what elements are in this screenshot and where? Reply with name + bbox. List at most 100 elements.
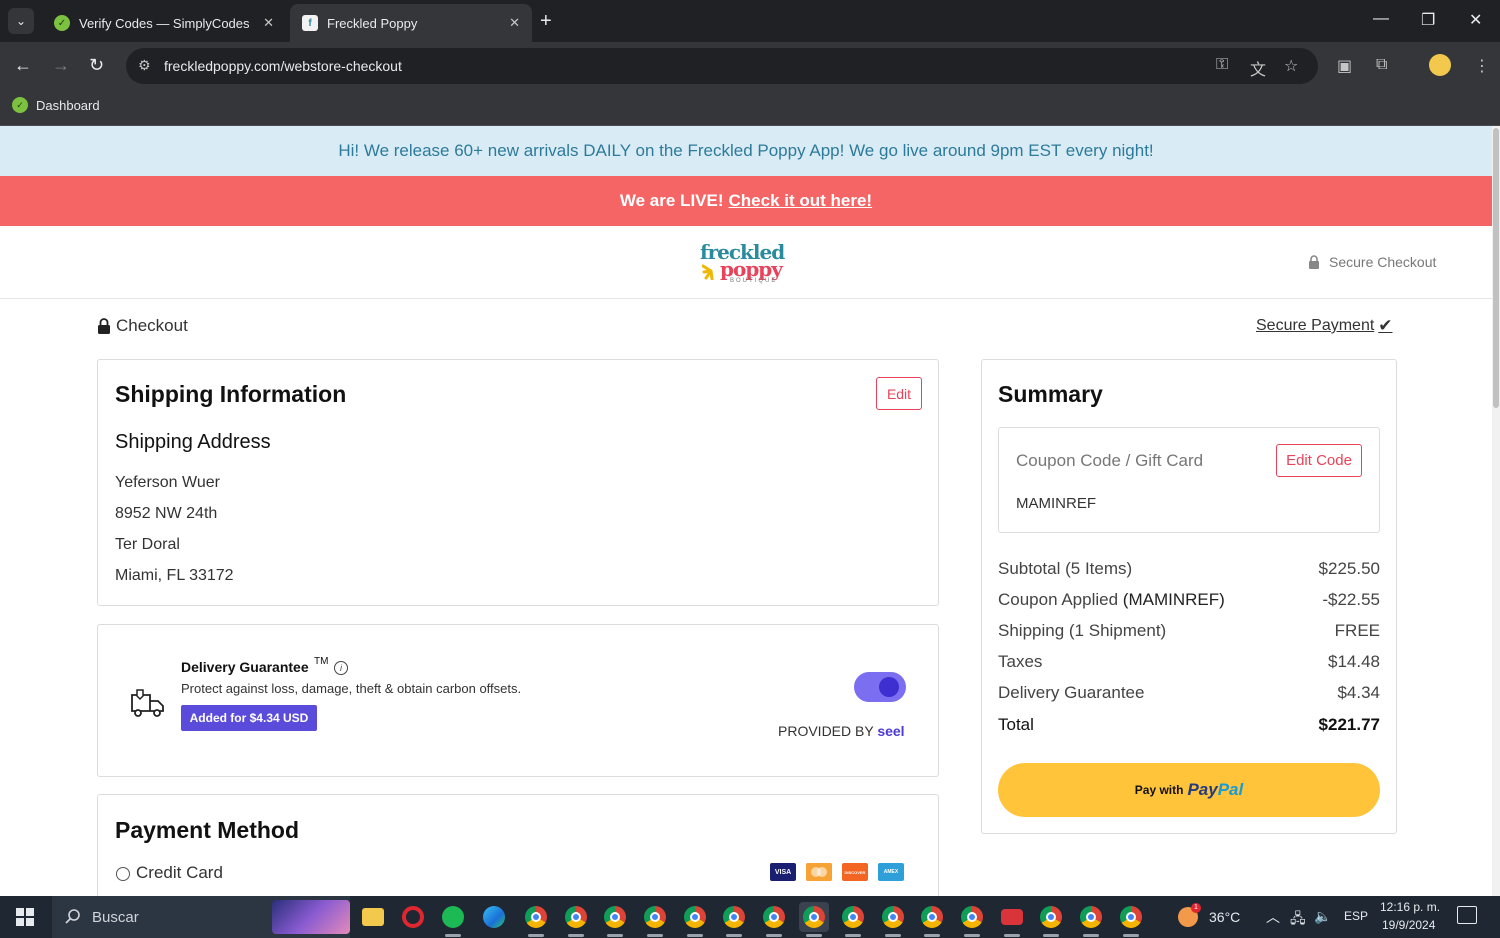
row-label: Coupon Applied (MAMINREF) (998, 590, 1225, 610)
lock-icon (98, 318, 110, 334)
notifications-icon[interactable] (1457, 906, 1477, 924)
simplycodes-favicon-icon: ✓ (54, 15, 70, 31)
profile-avatar[interactable] (1429, 54, 1451, 76)
chrome-icon[interactable] (878, 902, 908, 937)
password-key-icon[interactable]: ⚿ (1216, 56, 1228, 74)
paypal-button[interactable]: Pay with Pay Pal (998, 763, 1380, 817)
coupon-applied-code: (MAMINREF) (1122, 590, 1225, 609)
shipping-card: Shipping Information Edit Shipping Addre… (97, 359, 939, 606)
chrome-icon[interactable] (838, 902, 868, 937)
chrome-icon[interactable] (1116, 902, 1146, 937)
language-indicator[interactable]: ESP (1344, 909, 1368, 923)
live-banner: We are LIVE! Check it out here! (0, 176, 1492, 226)
address-bar[interactable]: ⚙ freckledpoppy.com/webstore-checkout ⚿ … (126, 48, 1318, 84)
close-window-icon[interactable]: ✕ (1469, 10, 1482, 30)
row-label: Subtotal (5 Items) (998, 559, 1133, 578)
url-text[interactable]: freckledpoppy.com/webstore-checkout (164, 58, 402, 74)
row-value: $225.50 (1318, 559, 1380, 578)
edge-icon[interactable] (479, 902, 509, 932)
reload-icon[interactable]: ↻ (89, 55, 104, 76)
bookmarks-bar: ✓ Dashboard (0, 90, 1500, 126)
chrome-icon[interactable] (561, 902, 591, 937)
summary-title: Summary (998, 381, 1103, 407)
bookmark-dashboard[interactable]: ✓ Dashboard (12, 97, 100, 113)
row-value: FREE (1334, 621, 1380, 640)
lock-icon (1309, 255, 1319, 269)
address-line-2: Ter Doral (115, 536, 180, 553)
coupon-label: Coupon Code / Gift Card (1016, 451, 1204, 470)
secure-payment-link[interactable]: Secure Payment ✔ (1256, 316, 1393, 336)
delivery-guarantee-row: Delivery Guarantee $4.34 (998, 683, 1380, 703)
spotify-icon[interactable] (438, 902, 468, 937)
chrome-icon-active[interactable] (799, 902, 829, 937)
new-tab-button[interactable]: + (540, 10, 552, 33)
clock-date[interactable]: 19/9/2024 (1382, 918, 1435, 932)
back-icon[interactable]: ← (14, 55, 32, 76)
weather-temp[interactable]: 36°C (1209, 909, 1240, 925)
edit-code-button[interactable]: Edit Code (1276, 444, 1362, 477)
site-info-icon[interactable]: ⚙ (138, 57, 151, 74)
extensions-puzzle-icon[interactable]: ⧉ (1376, 56, 1387, 74)
restore-icon[interactable]: ❐ (1421, 10, 1435, 30)
chrome-icon[interactable] (600, 902, 630, 937)
taxes-row: Taxes $14.48 (998, 652, 1380, 672)
tab-close-icon[interactable]: ✕ (509, 15, 520, 31)
windows-start-icon[interactable] (16, 908, 34, 926)
row-value: -$22.55 (1322, 590, 1380, 609)
secure-payment-text[interactable]: Secure Payment (1256, 317, 1374, 335)
minimize-icon[interactable]: — (1373, 10, 1389, 28)
secure-checkout-text: Secure Checkout (1329, 254, 1437, 270)
opera-icon[interactable] (398, 902, 428, 932)
freckled-poppy-logo[interactable]: freckled poppy BOUTIQUE (698, 240, 798, 288)
chevron-up-icon[interactable]: ︿ (1266, 907, 1280, 927)
row-label: Delivery Guarantee (998, 683, 1145, 702)
live-link[interactable]: Check it out here! (729, 191, 873, 211)
edit-shipping-button[interactable]: Edit (876, 377, 922, 410)
info-icon[interactable]: i (334, 661, 348, 675)
file-explorer-icon[interactable] (358, 902, 388, 932)
page-scrollbar[interactable] (1492, 126, 1500, 896)
seel-logo[interactable]: seel (877, 723, 904, 739)
chrome-icon[interactable] (521, 902, 551, 937)
scrollbar-thumb[interactable] (1493, 128, 1499, 408)
chrome-icon[interactable] (1036, 902, 1066, 937)
clock-time[interactable]: 12:16 p. m. (1380, 900, 1440, 914)
tab-simplycodes[interactable]: ✓ Verify Codes — SimplyCodes ✕ (42, 4, 286, 42)
row-label: Shipping (1 Shipment) (998, 621, 1167, 640)
credit-card-radio[interactable] (116, 867, 130, 881)
chrome-icon[interactable] (1076, 902, 1106, 937)
chrome-icon[interactable] (917, 902, 947, 937)
translate-icon[interactable]: 文 (1250, 56, 1266, 80)
chrome-icon[interactable] (680, 902, 710, 937)
network-icon[interactable]: 🖧 (1290, 908, 1306, 932)
weather-badge: 1 (1191, 903, 1201, 913)
chrome-icon[interactable] (719, 902, 749, 937)
chrome-icon[interactable] (640, 902, 670, 937)
taskbar-search[interactable]: Buscar (52, 896, 350, 938)
tab-close-icon[interactable]: ✕ (263, 15, 274, 31)
address-city: Miami, FL 33172 (115, 567, 234, 584)
coupon-applied-row: Coupon Applied (MAMINREF) -$22.55 (998, 590, 1380, 610)
red-app-icon[interactable] (997, 902, 1027, 937)
chrome-icon[interactable] (759, 902, 789, 937)
paypal-logo-pal: Pal (1217, 780, 1244, 799)
menu-kebab-icon[interactable]: ⋮ (1474, 56, 1490, 76)
tab-title: Verify Codes — SimplyCodes (79, 15, 250, 31)
bookmark-star-icon[interactable]: ☆ (1284, 56, 1298, 76)
checkout-breadcrumb: Checkout (97, 316, 188, 336)
tab-search-button[interactable]: ⌄ (8, 8, 34, 34)
visa-icon: VISA (770, 863, 796, 881)
amex-icon: AMEX (878, 863, 904, 881)
delivery-guarantee-description: Protect against loss, damage, theft & ob… (181, 681, 522, 696)
forward-icon[interactable]: → (52, 55, 70, 76)
tab-freckled-poppy[interactable]: f Freckled Poppy ✕ (290, 4, 532, 42)
address-name: Yeferson Wuer (115, 474, 220, 491)
extension-icon[interactable]: ▣ (1337, 56, 1352, 76)
chrome-icon[interactable] (957, 902, 987, 937)
credit-card-label[interactable]: Credit Card (136, 863, 223, 883)
secure-checkout-label: Secure Checkout (1308, 254, 1436, 270)
volume-icon[interactable]: 🔈 (1314, 908, 1331, 925)
delivery-guarantee-toggle[interactable] (854, 672, 906, 702)
windows-taskbar: Buscar 1 36°C ︿ 🖧 🔈 ESP 12:16 p. m. 19/9… (0, 896, 1500, 938)
total-label: Total (998, 715, 1034, 734)
